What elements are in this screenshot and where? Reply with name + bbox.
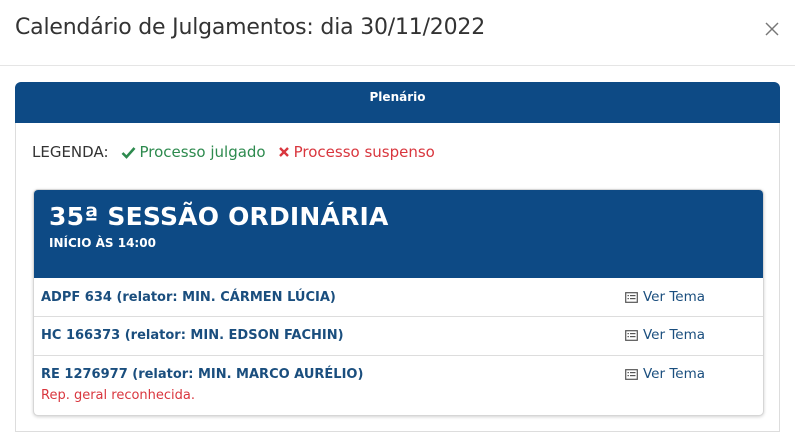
case-row: ADPF 634 (relator: MIN. CÁRMEN LÚCIA) Ve… [34,278,763,317]
x-icon [278,147,289,157]
session-title: 35ª SESSÃO ORDINÁRIA [49,202,389,231]
repercussao-geral-note: Rep. geral reconhecida. [41,388,196,403]
session-header: 35ª SESSÃO ORDINÁRIA INÍCIO ÀS 14:00 [34,190,763,278]
close-icon [765,22,779,36]
modal-header: Calendário de Julgamentos: dia 30/11/202… [0,0,795,66]
ver-tema-link[interactable]: Ver Tema [625,366,705,382]
plenario-panel: Plenário LEGENDA: Processo julgado Proce… [15,82,780,432]
modal-title: Calendário de Julgamentos: dia 30/11/202… [15,15,485,40]
legend-julgado: Processo julgado [121,143,266,161]
session-start-time: INÍCIO ÀS 14:00 [49,236,156,250]
session-card: 35ª SESSÃO ORDINÁRIA INÍCIO ÀS 14:00 ADP… [33,189,764,416]
panel-heading: Plenário [15,82,780,123]
ver-tema-label: Ver Tema [643,327,706,343]
ver-tema-link[interactable]: Ver Tema [625,327,705,343]
ver-tema-label: Ver Tema [643,366,706,382]
case-title[interactable]: HC 166373 (relator: MIN. EDSON FACHIN) [41,328,344,343]
legend-label: LEGENDA: [32,143,109,161]
legend: LEGENDA: Processo julgado Processo suspe… [32,143,447,161]
ver-tema-link[interactable]: Ver Tema [625,289,705,305]
list-alt-icon [625,368,638,380]
ver-tema-label: Ver Tema [643,289,706,305]
legend-suspenso-label: Processo suspenso [293,143,435,161]
check-icon [121,146,135,159]
case-title[interactable]: ADPF 634 (relator: MIN. CÁRMEN LÚCIA) [41,290,336,305]
case-title[interactable]: RE 1276977 (relator: MIN. MARCO AURÉLIO) [41,367,363,382]
legend-julgado-label: Processo julgado [139,143,266,161]
list-alt-icon [625,291,638,303]
case-row: HC 166373 (relator: MIN. EDSON FACHIN) V… [34,317,763,356]
list-alt-icon [625,329,638,341]
legend-suspenso: Processo suspenso [278,143,435,161]
close-button[interactable] [763,20,781,38]
case-row: RE 1276977 (relator: MIN. MARCO AURÉLIO)… [34,356,763,415]
